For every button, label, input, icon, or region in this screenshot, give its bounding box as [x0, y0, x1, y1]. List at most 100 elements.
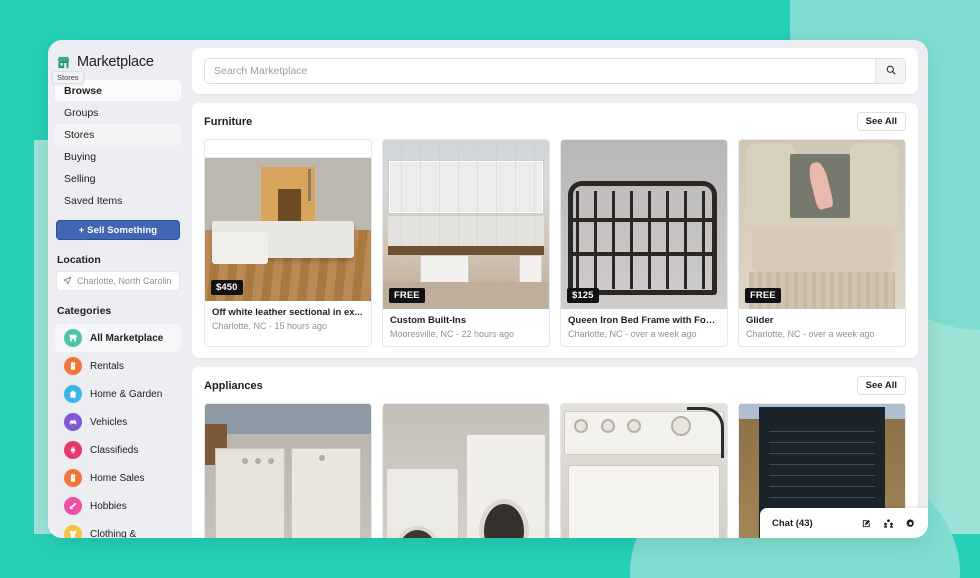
- location-arrow-icon: [63, 272, 72, 290]
- price-badge: FREE: [389, 288, 425, 303]
- sidebar-item-saved-items[interactable]: Saved Items: [55, 190, 181, 211]
- brand-header: Marketplace Stores: [48, 54, 188, 84]
- listing-title: Glider: [746, 315, 774, 326]
- search-bar: [204, 58, 906, 84]
- section-title: Furniture: [204, 115, 253, 128]
- listing-meta: Charlotte, NC - over a week ago: [568, 329, 697, 339]
- sidebar: Marketplace Stores Browse Groups Stores …: [48, 40, 188, 538]
- location-heading: Location: [57, 254, 101, 266]
- store-icon: [64, 329, 82, 347]
- door-icon: [64, 357, 82, 375]
- nav-label: Saved Items: [64, 194, 123, 207]
- sidebar-item-groups[interactable]: Groups: [55, 102, 181, 123]
- price-badge: FREE: [745, 288, 781, 303]
- section-header: Furniture See All: [204, 112, 906, 131]
- category-label: All Marketplace: [90, 332, 164, 344]
- listing-thumbnail: FREE: [739, 140, 905, 309]
- listing-thumbnail: [561, 404, 727, 538]
- listing-meta: Mooresville, NC - 22 hours ago: [390, 329, 515, 339]
- sidebar-item-home-garden[interactable]: Home & Garden: [55, 380, 181, 408]
- listing-card[interactable]: $125 Queen Iron Bed Frame with Foot... C…: [560, 139, 728, 347]
- nav-label: Browse: [64, 84, 102, 97]
- sidebar-item-hobbies[interactable]: Hobbies: [55, 492, 181, 520]
- listing-info: Glider Charlotte, NC - over a week ago: [739, 309, 905, 346]
- nav-label: Buying: [64, 150, 97, 163]
- listing-thumbnail: $125: [561, 140, 727, 309]
- section-furniture: Furniture See All $450 Off white leather…: [192, 103, 918, 358]
- listing-title: Queen Iron Bed Frame with Foot...: [568, 315, 720, 326]
- price-badge: $125: [567, 288, 599, 303]
- categories-heading: Categories: [57, 305, 112, 317]
- listing-card[interactable]: $450 Off white leather sectional in ex..…: [204, 139, 372, 347]
- section-title: Appliances: [204, 379, 263, 392]
- see-all-button[interactable]: See All: [856, 376, 906, 395]
- sell-something-button[interactable]: + Sell Something: [56, 220, 180, 240]
- category-label: Vehicles: [90, 416, 128, 428]
- see-all-button[interactable]: See All: [856, 112, 906, 131]
- nav-label: Stores: [64, 128, 95, 141]
- guitar-icon: [64, 497, 82, 515]
- listing-card[interactable]: [204, 403, 372, 538]
- listing-card[interactable]: [560, 403, 728, 538]
- house-icon: [64, 385, 82, 403]
- category-label: Home Sales: [90, 472, 145, 484]
- search-icon: [885, 64, 897, 79]
- shirt-icon: [64, 525, 82, 538]
- stores-tooltip: Stores: [52, 71, 84, 84]
- listing-card[interactable]: FREE Glider Charlotte, NC - over a week …: [738, 139, 906, 347]
- nav-label: Groups: [64, 106, 99, 119]
- main-content: Furniture See All $450 Off white leather…: [188, 40, 928, 538]
- listing-info: Queen Iron Bed Frame with Foot... Charlo…: [561, 309, 727, 346]
- sidebar-item-selling[interactable]: Selling: [55, 168, 181, 189]
- category-label: Clothing &: [90, 528, 137, 539]
- category-label: Classifieds: [90, 444, 139, 456]
- card-grid: $450 Off white leather sectional in ex..…: [204, 139, 906, 347]
- category-label: Home & Garden: [90, 388, 163, 400]
- listing-card[interactable]: [382, 403, 550, 538]
- group-icon[interactable]: [883, 518, 894, 529]
- search-input[interactable]: [205, 59, 875, 83]
- gear-icon[interactable]: [905, 518, 916, 529]
- listing-thumbnail: [383, 404, 549, 538]
- bg-shape-left-band: [0, 0, 34, 578]
- listing-thumbnail: $450: [205, 158, 371, 301]
- sidebar-item-clothing[interactable]: Clothing &: [55, 520, 181, 538]
- compose-icon[interactable]: [861, 518, 872, 529]
- listing-meta: Charlotte, NC - over a week ago: [746, 329, 875, 339]
- listing-title: Custom Built-Ins: [390, 315, 466, 326]
- sidebar-item-rentals[interactable]: Rentals: [55, 352, 181, 380]
- sidebar-item-vehicles[interactable]: Vehicles: [55, 408, 181, 436]
- card-top-strip: [205, 140, 371, 158]
- sidebar-item-buying[interactable]: Buying: [55, 146, 181, 167]
- sidebar-item-classifieds[interactable]: Classifieds: [55, 436, 181, 464]
- sidebar-item-stores[interactable]: Stores: [55, 124, 181, 145]
- primary-nav: Browse Groups Stores Buying Selling Save…: [48, 80, 188, 211]
- listing-info: Custom Built-Ins Mooresville, NC - 22 ho…: [383, 309, 549, 346]
- chat-bar[interactable]: Chat (43): [760, 508, 928, 538]
- category-list: All Marketplace Rentals Home & Garden Ve…: [48, 324, 188, 538]
- location-value: Charlotte, North Carolin: [77, 276, 172, 286]
- listing-title: Off white leather sectional in ex...: [212, 307, 363, 318]
- marketplace-window: Marketplace Stores Browse Groups Stores …: [48, 40, 928, 538]
- search-button[interactable]: [875, 59, 905, 83]
- listing-meta: Charlotte, NC - 15 hours ago: [212, 321, 328, 331]
- location-input[interactable]: Charlotte, North Carolin: [56, 271, 180, 291]
- door-icon: [64, 469, 82, 487]
- search-panel: [192, 48, 918, 94]
- sidebar-item-home-sales[interactable]: Home Sales: [55, 464, 181, 492]
- category-label: Hobbies: [90, 500, 127, 512]
- page-title: Marketplace: [77, 54, 154, 70]
- listing-info: Off white leather sectional in ex... Cha…: [205, 301, 371, 338]
- megaphone-icon: [64, 441, 82, 459]
- nav-label: Selling: [64, 172, 96, 185]
- chat-actions: [861, 518, 916, 529]
- price-badge: $450: [211, 280, 243, 295]
- sidebar-item-all-marketplace[interactable]: All Marketplace: [55, 324, 181, 352]
- chat-label: Chat (43): [772, 517, 813, 529]
- section-header: Appliances See All: [204, 376, 906, 395]
- listing-thumbnail: FREE: [383, 140, 549, 309]
- category-label: Rentals: [90, 360, 124, 372]
- storefront-icon: [56, 55, 71, 70]
- listing-card[interactable]: FREE Custom Built-Ins Mooresville, NC - …: [382, 139, 550, 347]
- listing-thumbnail: [205, 404, 371, 538]
